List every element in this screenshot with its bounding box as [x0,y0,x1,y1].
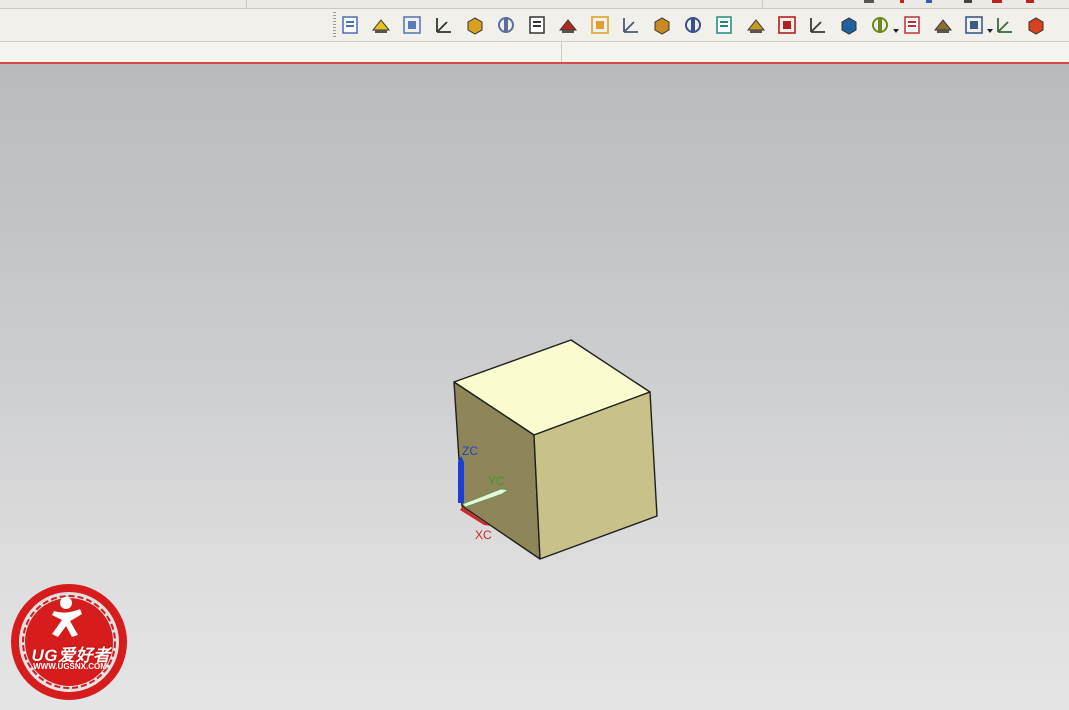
zoom-region-icon[interactable] [837,13,861,37]
zc-label: ZC [462,444,478,458]
strip-icons [864,0,1034,3]
watermark-url: WWW.UGSNX.COM [33,662,107,671]
toolbar-grip[interactable] [333,12,336,38]
model-scene: ZC YC XC [453,339,658,560]
yc-label: YC [488,474,505,488]
zc-axis-arrow [458,456,464,503]
house-icon[interactable] [712,13,736,37]
strip-divider [246,0,247,8]
face-icon[interactable] [494,13,518,37]
roof-icon[interactable] [744,13,768,37]
layers-icon[interactable] [588,13,612,37]
sheet-icon[interactable] [525,13,549,37]
stair-icon[interactable] [868,13,892,37]
strip-divider [762,0,763,8]
cue-line-field [0,42,562,63]
chevron-down-icon[interactable] [987,21,993,33]
feature-icon[interactable] [400,13,424,37]
xc-label: XC [475,528,492,542]
main-toolbar [0,9,1069,42]
graphics-window[interactable]: ZC YC XC [0,64,1069,710]
part-navigator-icon[interactable] [338,13,362,37]
dimension-icon[interactable] [650,13,674,37]
wcs-icon[interactable] [432,13,456,37]
fit-icon[interactable] [806,13,830,37]
top-menu-strip [0,0,1069,9]
window-icon[interactable] [619,13,643,37]
refresh-icon[interactable] [1024,13,1048,37]
box-icon[interactable] [463,13,487,37]
watermark-logo: UG爱好者 WWW.UGSNX.COM [8,581,130,703]
orient-icon[interactable] [900,13,924,37]
chevron-down-icon[interactable] [893,21,900,33]
section-icon[interactable] [681,13,705,37]
display-icon[interactable] [962,13,986,37]
tools-icon[interactable] [556,13,580,37]
eye-icon[interactable] [993,13,1017,37]
table-icon[interactable] [931,13,955,37]
cue-line-bar [0,42,1069,64]
clip-icon[interactable] [775,13,799,37]
analyze-icon[interactable] [369,13,393,37]
